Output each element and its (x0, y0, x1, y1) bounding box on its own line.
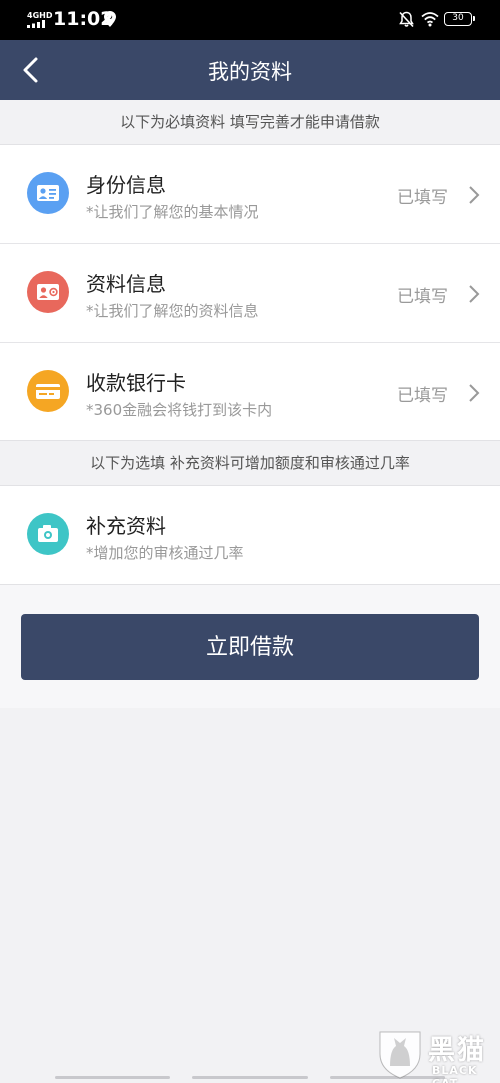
item-subtitle: *让我们了解您的资料信息 (86, 302, 259, 320)
list-item-bank-card[interactable]: 收款银行卡 *360金融会将钱打到该卡内 已填写 (0, 343, 500, 442)
item-status: 已填写 (397, 287, 448, 307)
item-title: 资料信息 (86, 272, 166, 296)
status-bar: 4GHD 11:02 30 (0, 0, 500, 40)
profile-card-icon (27, 271, 69, 313)
list-item-identity-info[interactable]: 身份信息 *让我们了解您的基本情况 已填写 (0, 145, 500, 244)
nav-bar: 我的资料 (0, 40, 500, 100)
wifi-icon (421, 12, 439, 27)
item-subtitle: *让我们了解您的基本情况 (86, 203, 259, 221)
page-title: 我的资料 (208, 60, 292, 84)
required-notice: 以下为必填资料 填写完善才能申请借款 (120, 113, 380, 131)
chevron-right-icon (469, 186, 480, 204)
optional-items-list: 补充资料 *增加您的审核通过几率 (0, 485, 500, 585)
gesture-bar (55, 1076, 170, 1079)
item-title: 补充资料 (86, 514, 166, 538)
camera-icon (27, 513, 69, 555)
borrow-now-button[interactable]: 立即借款 (21, 614, 479, 680)
watermark-subtitle: BLACK CAT (432, 1064, 478, 1083)
item-status: 已填写 (397, 188, 448, 208)
item-status: 已填写 (397, 386, 448, 406)
location-icon (104, 11, 116, 27)
watermark: 黑猫 BLACK CAT (376, 1028, 500, 1083)
cat-logo-icon (379, 1031, 421, 1079)
battery-level: 30 (452, 13, 464, 23)
item-subtitle: *增加您的审核通过几率 (86, 544, 244, 562)
item-title: 收款银行卡 (86, 371, 186, 395)
item-subtitle: *360金融会将钱打到该卡内 (86, 401, 273, 419)
network-type: 4GHD (27, 11, 53, 20)
item-title: 身份信息 (86, 173, 166, 197)
battery-icon: 30 (444, 12, 475, 26)
id-card-icon (27, 172, 69, 214)
list-item-profile-info[interactable]: 资料信息 *让我们了解您的资料信息 已填写 (0, 244, 500, 343)
required-items-list: 身份信息 *让我们了解您的基本情况 已填写 资料信息 *让我们了解您的资料信息 … (0, 144, 500, 441)
chevron-right-icon (469, 384, 480, 402)
mute-icon (399, 11, 414, 28)
optional-notice: 以下为选填 补充资料可增加额度和审核通过几率 (90, 454, 410, 472)
chevron-right-icon (469, 285, 480, 303)
gesture-bar (192, 1076, 308, 1079)
list-item-supplementary-info[interactable]: 补充资料 *增加您的审核通过几率 (0, 486, 500, 585)
bank-card-icon (27, 370, 69, 412)
signal-icon (27, 20, 45, 28)
watermark-title: 黑猫 (428, 1035, 486, 1066)
